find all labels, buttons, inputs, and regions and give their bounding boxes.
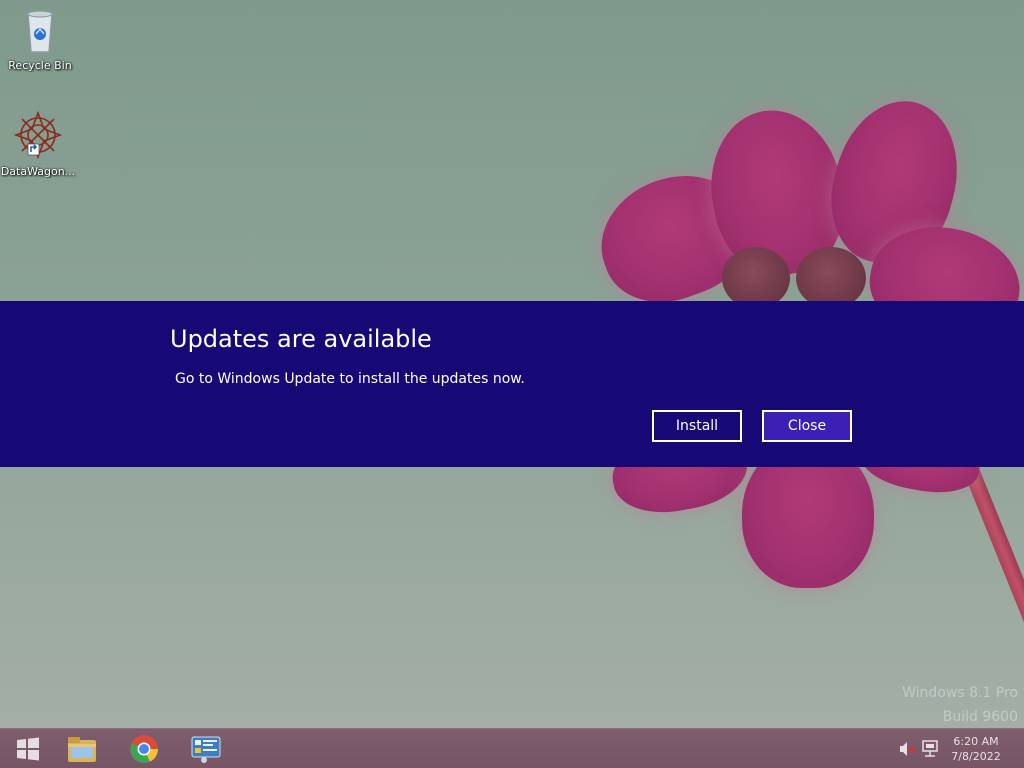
desktop-icon-datawagon[interactable]: DataWagon... <box>0 110 78 178</box>
network-button[interactable] <box>920 739 940 759</box>
chrome-icon <box>130 735 158 763</box>
flower-bud <box>796 247 866 309</box>
control-panel-icon <box>191 736 221 763</box>
taskbar: 6:20 AM 7/8/2022 <box>0 728 1024 768</box>
network-icon <box>922 740 938 757</box>
clock-date: 7/8/2022 <box>951 750 1001 763</box>
windows-watermark-edition: Windows 8.1 Pro <box>902 685 1018 701</box>
start-button[interactable] <box>0 731 56 767</box>
taskbar-control-panel[interactable] <box>178 731 234 767</box>
close-button[interactable]: Close <box>762 410 852 442</box>
windows-start-icon <box>17 737 39 761</box>
taskbar-file-explorer[interactable] <box>54 731 110 767</box>
clock-time: 6:20 AM <box>953 735 999 748</box>
notification-message: Go to Windows Update to install the upda… <box>175 371 525 387</box>
flower-bud <box>722 247 790 309</box>
windows-watermark-build: Build 9600 <box>942 709 1018 725</box>
desktop-icon-label: Recycle Bin <box>8 59 72 72</box>
notification-title: Updates are available <box>170 325 432 353</box>
update-notification-banner: Updates are available Go to Windows Upda… <box>0 301 1024 467</box>
recycle-bin-icon <box>27 10 53 53</box>
volume-button[interactable] <box>898 740 916 758</box>
desktop-icon-recycle-bin[interactable]: Recycle Bin <box>0 6 80 72</box>
taskbar-chrome[interactable] <box>116 731 172 767</box>
speaker-muted-icon <box>900 742 915 756</box>
install-button[interactable]: Install <box>652 410 742 442</box>
datawagon-shortcut-icon <box>13 110 63 160</box>
file-explorer-icon <box>68 737 96 762</box>
taskbar-clock[interactable]: 6:20 AM 7/8/2022 <box>946 734 1006 764</box>
desktop-icon-label: DataWagon... <box>0 165 76 178</box>
